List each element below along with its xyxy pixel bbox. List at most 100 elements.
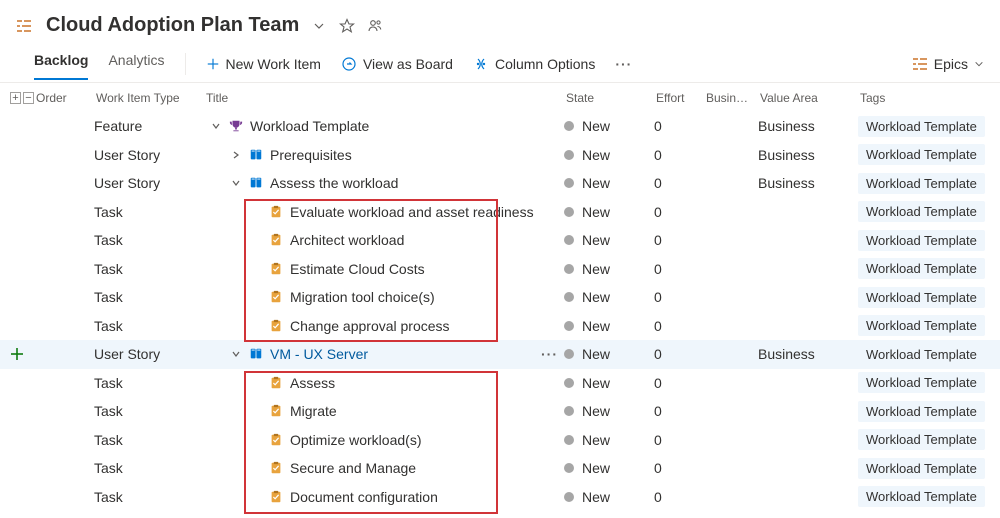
work-item-title[interactable]: Architect workload <box>290 232 404 248</box>
state-cell: New <box>564 460 654 476</box>
title-cell[interactable]: Assess the workload <box>204 175 564 191</box>
work-item-title[interactable]: Evaluate workload and asset readiness <box>290 204 534 220</box>
col-state[interactable]: State <box>564 91 654 105</box>
work-item-title[interactable]: Change approval process <box>290 318 450 334</box>
tag-pill[interactable]: Workload Template <box>858 344 985 365</box>
title-cell[interactable]: Change approval process <box>204 318 564 334</box>
tag-pill[interactable]: Workload Template <box>858 201 985 222</box>
tag-pill[interactable]: Workload Template <box>858 458 985 479</box>
title-cell[interactable]: Document configuration <box>204 489 564 505</box>
tag-pill[interactable]: Workload Template <box>858 315 985 336</box>
expander-collapsed-icon[interactable] <box>230 150 242 160</box>
backlog-row[interactable]: FeatureWorkload TemplateNew0BusinessWork… <box>0 112 1000 141</box>
title-cell[interactable]: Workload Template <box>204 118 564 134</box>
effort-cell: 0 <box>654 147 704 163</box>
title-cell[interactable]: Migration tool choice(s) <box>204 289 564 305</box>
tag-pill[interactable]: Workload Template <box>858 173 985 194</box>
col-effort[interactable]: Effort <box>654 91 704 105</box>
tab-backlog[interactable]: Backlog <box>34 52 88 80</box>
col-work-item-type[interactable]: Work Item Type <box>94 91 204 105</box>
work-item-title[interactable]: Document configuration <box>290 489 438 505</box>
title-cell[interactable]: Evaluate workload and asset readiness <box>204 204 564 220</box>
add-child-icon[interactable] <box>10 347 24 361</box>
title-cell[interactable]: VM - UX Server ··· <box>204 346 564 362</box>
state-label: New <box>582 261 610 277</box>
work-item-title[interactable]: Assess the workload <box>270 175 398 191</box>
backlog-row[interactable]: User StoryVM - UX Server···New0BusinessW… <box>0 340 1000 369</box>
collapse-all-button[interactable]: − <box>23 92 34 104</box>
tag-pill[interactable]: Workload Template <box>858 372 985 393</box>
col-order[interactable]: Order <box>34 91 94 105</box>
tags-cell: Workload Template <box>858 372 988 393</box>
tags-cell: Workload Template <box>858 315 988 336</box>
backlog-row[interactable]: TaskAssessNew0Workload Template <box>0 369 1000 398</box>
expander-expanded-icon[interactable] <box>230 349 242 359</box>
work-item-title[interactable]: Migration tool choice(s) <box>290 289 435 305</box>
tag-pill[interactable]: Workload Template <box>858 401 985 422</box>
tags-cell: Workload Template <box>858 429 988 450</box>
column-options-label: Column Options <box>495 56 595 72</box>
col-title[interactable]: Title <box>204 91 564 105</box>
clipboard-icon <box>268 433 284 447</box>
grid-header: + − Order Work Item Type Title State Eff… <box>0 83 1000 112</box>
state-cell: New <box>564 346 654 362</box>
work-item-title[interactable]: Assess <box>290 375 335 391</box>
tag-pill[interactable]: Workload Template <box>858 486 985 507</box>
work-item-title[interactable]: VM - UX Server <box>270 346 368 362</box>
backlog-level-selector[interactable]: Epics <box>912 56 984 76</box>
backlog-row[interactable]: TaskArchitect workloadNew0Workload Templ… <box>0 226 1000 255</box>
expander-expanded-icon[interactable] <box>230 178 242 188</box>
backlog-row[interactable]: User StoryAssess the workloadNew0Busines… <box>0 169 1000 198</box>
tag-pill[interactable]: Workload Template <box>858 287 985 308</box>
toolbar-overflow-button[interactable]: ··· <box>615 56 632 76</box>
title-cell[interactable]: Migrate <box>204 403 564 419</box>
expand-all-button[interactable]: + <box>10 92 21 104</box>
col-business[interactable]: Busin… <box>704 91 758 105</box>
backlog-row[interactable]: TaskDocument configurationNew0Workload T… <box>0 483 1000 512</box>
backlog-row[interactable]: TaskMigrateNew0Workload Template <box>0 397 1000 426</box>
tag-pill[interactable]: Workload Template <box>858 230 985 251</box>
col-tags[interactable]: Tags <box>858 91 988 105</box>
backlog-row[interactable]: User StoryPrerequisitesNew0BusinessWorkl… <box>0 141 1000 170</box>
title-cell[interactable]: Architect workload <box>204 232 564 248</box>
team-picker-chevron[interactable] <box>313 20 325 32</box>
backlog-row[interactable]: TaskSecure and ManageNew0Workload Templa… <box>0 454 1000 483</box>
row-context-menu-button[interactable]: ··· <box>541 346 558 362</box>
state-dot-icon <box>564 378 574 388</box>
tag-pill[interactable]: Workload Template <box>858 429 985 450</box>
work-item-title[interactable]: Prerequisites <box>270 147 352 163</box>
state-label: New <box>582 432 610 448</box>
state-dot-icon <box>564 121 574 131</box>
effort-cell: 0 <box>654 460 704 476</box>
tag-pill[interactable]: Workload Template <box>858 116 985 137</box>
backlog-row[interactable]: TaskChange approval processNew0Workload … <box>0 312 1000 341</box>
state-dot-icon <box>564 235 574 245</box>
new-work-item-button[interactable]: New Work Item <box>206 56 321 76</box>
title-cell[interactable]: Estimate Cloud Costs <box>204 261 564 277</box>
favorite-star-icon[interactable] <box>339 18 355 34</box>
work-item-title[interactable]: Migrate <box>290 403 337 419</box>
tab-analytics[interactable]: Analytics <box>108 52 164 80</box>
team-members-icon[interactable] <box>367 18 383 34</box>
work-item-type: User Story <box>94 346 204 362</box>
work-item-title[interactable]: Estimate Cloud Costs <box>290 261 425 277</box>
col-value-area[interactable]: Value Area <box>758 91 858 105</box>
expander-expanded-icon[interactable] <box>210 121 222 131</box>
backlog-row[interactable]: TaskEstimate Cloud CostsNew0Workload Tem… <box>0 255 1000 284</box>
work-item-type: User Story <box>94 175 204 191</box>
column-options-button[interactable]: Column Options <box>473 56 595 76</box>
work-item-title[interactable]: Secure and Manage <box>290 460 416 476</box>
backlog-row[interactable]: TaskOptimize workload(s)New0Workload Tem… <box>0 426 1000 455</box>
tag-pill[interactable]: Workload Template <box>858 258 985 279</box>
view-as-board-button[interactable]: View as Board <box>341 56 453 76</box>
work-item-title[interactable]: Workload Template <box>250 118 369 134</box>
title-cell[interactable]: Secure and Manage <box>204 460 564 476</box>
backlog-row[interactable]: TaskEvaluate workload and asset readines… <box>0 198 1000 227</box>
tags-cell: Workload Template <box>858 287 988 308</box>
tag-pill[interactable]: Workload Template <box>858 144 985 165</box>
title-cell[interactable]: Optimize workload(s) <box>204 432 564 448</box>
backlog-row[interactable]: TaskMigration tool choice(s)New0Workload… <box>0 283 1000 312</box>
title-cell[interactable]: Prerequisites <box>204 147 564 163</box>
work-item-title[interactable]: Optimize workload(s) <box>290 432 421 448</box>
title-cell[interactable]: Assess <box>204 375 564 391</box>
